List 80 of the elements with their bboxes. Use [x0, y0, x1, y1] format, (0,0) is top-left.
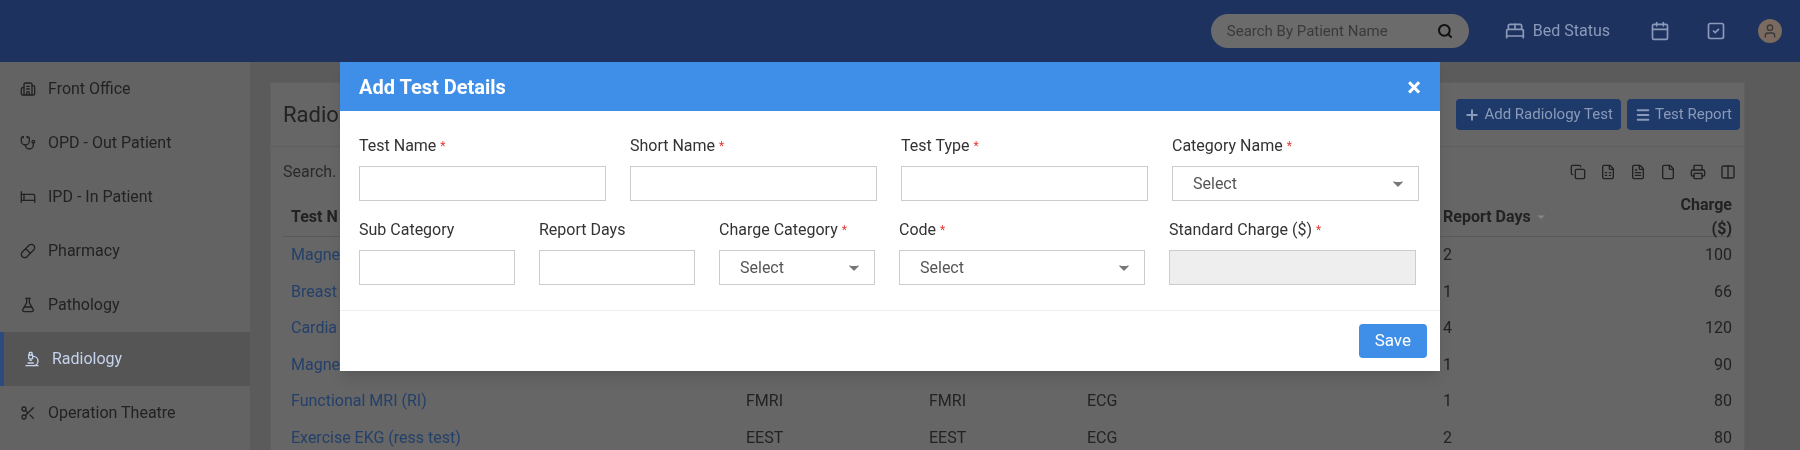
- required-mark: *: [841, 222, 847, 239]
- check-square-icon[interactable]: [1706, 21, 1726, 41]
- field-label: Charge Category: [719, 219, 838, 241]
- modal-title: Add Test Details: [359, 73, 506, 101]
- bed-status-link[interactable]: Bed Status: [1504, 19, 1610, 43]
- table-cell-text: 66: [1713, 280, 1732, 303]
- table-cell-text: 1: [1443, 280, 1453, 303]
- field-label: Standard Charge ($): [1169, 219, 1312, 241]
- bed-icon: [1504, 21, 1525, 41]
- table-cell-text: 100: [1704, 244, 1732, 267]
- avatar[interactable]: [1758, 19, 1782, 43]
- column-header[interactable]: Report Days: [1443, 204, 1663, 229]
- required-mark: *: [1315, 222, 1322, 239]
- field-label: Short Name: [630, 135, 716, 157]
- select-field[interactable]: Select: [899, 250, 1145, 285]
- sidebar-item[interactable]: Pathology: [0, 278, 250, 332]
- bed-icon: [20, 189, 36, 205]
- table-cell-text: 2: [1443, 244, 1453, 267]
- calendar-icon[interactable]: [1650, 21, 1670, 41]
- field-label: Category Name: [1172, 135, 1283, 157]
- field-label: Test Name: [359, 135, 437, 157]
- table-cell-text: FMRI: [746, 390, 785, 413]
- document-icon[interactable]: [1630, 164, 1646, 180]
- test-name-link[interactable]: Functional MRI (RI): [283, 389, 746, 414]
- table-cell-text: EEST: [929, 426, 968, 449]
- sidebar-item[interactable]: Radiology: [0, 332, 250, 386]
- list-icon: [1634, 106, 1651, 123]
- table-cell-text: FMRI: [929, 390, 968, 413]
- input-field[interactable]: [359, 250, 515, 285]
- panel-title: Radio: [283, 101, 339, 129]
- table-cell-text: EEST: [746, 426, 785, 449]
- required-mark: *: [719, 138, 725, 155]
- input-field[interactable]: [901, 166, 1148, 201]
- toolbar-button[interactable]: Add Radiology Test: [1456, 99, 1621, 130]
- microscope-icon: [24, 351, 40, 367]
- columns-icon[interactable]: [1720, 164, 1736, 180]
- stethoscope-icon: [20, 135, 36, 151]
- save-button[interactable]: Save: [1358, 324, 1427, 358]
- spreadsheet-icon[interactable]: [1600, 164, 1616, 180]
- print-icon[interactable]: [1690, 164, 1706, 180]
- input-field[interactable]: [359, 166, 606, 201]
- required-mark: *: [940, 222, 946, 239]
- search-icon: [1436, 23, 1453, 39]
- table-cell-text: 1: [1443, 390, 1453, 413]
- mortar-icon: [20, 243, 36, 259]
- sidebar-item[interactable]: Pharmacy: [0, 224, 250, 278]
- field-label: Sub Category: [359, 219, 455, 241]
- sidebar-item[interactable]: OPD - Out Patient: [0, 116, 250, 170]
- field-label: Report Days: [539, 219, 626, 241]
- required-mark: *: [973, 138, 979, 155]
- sidebar-item[interactable]: Operation Theatre: [0, 386, 250, 440]
- sidebar-item[interactable]: Front Office: [0, 62, 250, 116]
- input-field[interactable]: [539, 250, 695, 285]
- table-cell-text: 80: [1713, 426, 1732, 449]
- table-cell-text: 2: [1443, 426, 1453, 449]
- column-header[interactable]: Charge ($): [1663, 192, 1732, 241]
- search-field[interactable]: Search.: [283, 160, 383, 184]
- building-icon: [20, 81, 36, 97]
- select-field[interactable]: Select: [1172, 166, 1419, 201]
- required-mark: *: [440, 138, 446, 155]
- copy-icon[interactable]: [1570, 164, 1586, 180]
- file-icon[interactable]: [1660, 164, 1676, 180]
- test-name-link[interactable]: Exercise EKG (ress test): [283, 425, 746, 450]
- table-cell-text: ECG: [1087, 390, 1119, 413]
- table-cell-text: ECG: [1087, 426, 1119, 449]
- flask-icon: [20, 297, 36, 313]
- table-cell-text: 120: [1704, 317, 1732, 340]
- sidebar-item[interactable]: IPD - In Patient: [0, 170, 250, 224]
- required-mark: *: [1286, 138, 1292, 155]
- input-field[interactable]: [630, 166, 877, 201]
- toolbar-button[interactable]: Test Report: [1626, 99, 1740, 130]
- table-cell-text: 1: [1443, 353, 1453, 376]
- scissors-icon: [20, 405, 36, 421]
- select-field[interactable]: Select: [719, 250, 875, 285]
- field-label: Test Type: [901, 135, 970, 157]
- close-button[interactable]: ×: [1407, 73, 1421, 100]
- field-label: Code: [899, 219, 937, 241]
- table-cell-text: 90: [1713, 353, 1732, 376]
- table-cell-text: 4: [1443, 317, 1453, 340]
- table-cell-text: 80: [1713, 390, 1732, 413]
